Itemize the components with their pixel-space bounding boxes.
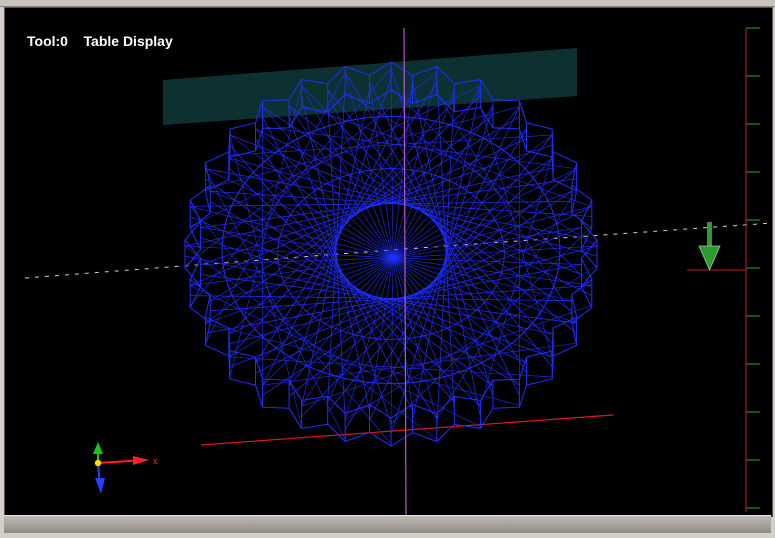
application-frame: x Tool:0 Table Display: [0, 0, 775, 538]
toolpath-chord: [229, 356, 553, 378]
horizontal-reference-line: [24, 222, 772, 279]
toolpath-spoke: [344, 257, 394, 420]
triad-z-arrowhead: [95, 478, 105, 494]
viewport-canvas[interactable]: x: [5, 8, 772, 516]
window-top-edge: [0, 0, 775, 7]
triad-x-letter: x: [153, 456, 158, 466]
tool-number-label: Tool:0: [27, 33, 68, 49]
toolpath-scene: x: [24, 27, 772, 516]
toolpath-rim-bottom: [184, 89, 598, 447]
toolpath-spoke: [205, 168, 394, 259]
toolpath-spoke: [190, 206, 394, 259]
viewport-bottom-bevel: [4, 515, 771, 534]
table-bottom-edge: [200, 414, 614, 446]
toolpath-chord: [205, 106, 520, 190]
toolpath-spoke: [327, 89, 394, 259]
triad-y-arrowhead: [93, 442, 103, 454]
toolpath-chord: [205, 322, 520, 406]
toolpath-chord: [190, 285, 481, 427]
3d-toolpath-viewport[interactable]: x Tool:0 Table Display: [4, 7, 773, 517]
toolpath-spoke: [392, 206, 592, 259]
display-mode-label: Table Display: [83, 33, 173, 49]
toolpath-chord: [205, 168, 346, 440]
toolpath-spoke: [392, 106, 520, 259]
xyz-axis-triad-icon: [94, 459, 102, 467]
triad-x-arrowhead: [133, 456, 149, 465]
toolpath-chord: [229, 134, 553, 156]
toolpath-spoke: [390, 257, 394, 425]
toolpath-spoke: [392, 128, 527, 259]
toolpath-chord: [262, 91, 413, 386]
viewport-status-label: Tool:0 Table Display: [27, 33, 173, 49]
toolpath-chord: [345, 265, 598, 420]
toolpath-chord: [229, 134, 302, 427]
toolpath-spoke: [392, 227, 582, 259]
toolpath-chord: [229, 85, 302, 378]
down-arrow-tool-icon: [698, 245, 721, 271]
tool-arrow-shaft: [707, 222, 712, 248]
window-bottom-edge: [0, 533, 775, 538]
toolpath-spoke: [392, 85, 481, 259]
toolpath-chord: [205, 168, 582, 238]
toolpath-spoke: [392, 257, 494, 387]
